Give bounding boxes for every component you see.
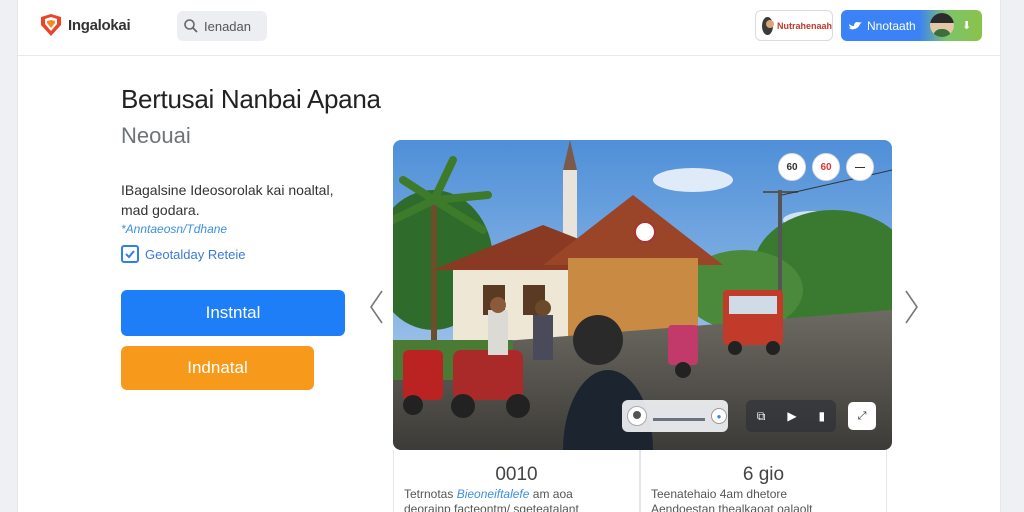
stat-label: Teenatehaio 4am dhetore Aendoestan theal…	[651, 487, 879, 512]
account-chip-label: Nutrahenaah	[776, 20, 832, 31]
carousel-prev-icon[interactable]	[367, 287, 387, 327]
account-chip[interactable]: Nutrahenaah	[755, 10, 833, 41]
top-bar: Ingalokai Ienadan Nutrahenaah Nnotaath ⬇	[18, 0, 1000, 56]
stat-value: 0010	[495, 464, 538, 485]
carousel-next-icon[interactable]	[901, 287, 921, 327]
copy-icon[interactable]: ⧉	[757, 409, 766, 424]
fullscreen-icon[interactable]: ⤢	[848, 402, 876, 430]
stat-label-line2: deorainp facteontm/ sgeteatalant	[404, 502, 579, 512]
account-avatar	[762, 16, 774, 35]
author-label-bar	[653, 411, 705, 421]
search-text: Ienadan	[204, 18, 251, 34]
brand-logo-icon	[41, 14, 61, 36]
stat-label-line2: Aendoestan thealkaoat oalaolt	[651, 502, 813, 512]
page-subtitle: Neouai	[121, 123, 191, 148]
page: Ingalokai Ienadan Nutrahenaah Nnotaath ⬇…	[17, 0, 1001, 512]
play-icon[interactable]: ▶	[787, 409, 796, 423]
hero-image[interactable]: 60 60 — ● ⧉ ▶ ▮ ⤢	[393, 140, 892, 450]
agree-checkbox-row[interactable]: Geotalday Reteie	[121, 245, 245, 263]
search-icon	[184, 19, 198, 33]
author-avatar	[627, 406, 647, 426]
verified-icon: ●	[711, 408, 727, 424]
chevron-down-icon: ⬇	[962, 20, 972, 32]
brand-name: Ingalokai	[68, 16, 131, 34]
agree-checkbox[interactable]	[121, 245, 139, 263]
stat-label: Tetrnotas Bieoneiftalefe am aoa deorainp…	[404, 487, 632, 512]
hero-top-buttons: 60 60 —	[778, 153, 874, 181]
install-button[interactable]: Instntal	[121, 290, 345, 336]
secondary-install-button[interactable]: Indnatal	[121, 346, 314, 390]
agree-checkbox-label: Geotalday Reteie	[145, 246, 246, 262]
search-input[interactable]: Ienadan	[177, 11, 267, 41]
stat-card-1: 0010 Tetrnotas Bieoneiftalefe am aoa deo…	[393, 450, 640, 512]
bookmark-icon[interactable]: ▮	[818, 409, 825, 423]
check-icon	[125, 250, 135, 259]
stat-label-prefix: Teenatehaio 4am dhetore	[651, 487, 788, 501]
stat-label-suffix: am aoa	[532, 487, 573, 501]
details-link[interactable]: *Anntaeosn/Tdhane	[121, 222, 227, 236]
user-menu-label: Nnotaath	[867, 18, 916, 33]
hero-author-pill[interactable]: ●	[622, 400, 728, 432]
hero-minus-button[interactable]: —	[846, 153, 874, 181]
bird-icon	[849, 21, 862, 29]
page-title: Bertusai Nanbai Apana	[121, 84, 381, 114]
stat-label-highlight[interactable]: Bieoneiftalefe	[457, 487, 530, 501]
user-avatar	[930, 13, 954, 37]
user-menu-button[interactable]: Nnotaath ⬇	[841, 10, 982, 41]
stat-card-2: 6 gio Teenatehaio 4am dhetore Aendoestan…	[640, 450, 887, 512]
brand[interactable]: Ingalokai	[38, 12, 131, 38]
hero-like-button[interactable]: 60	[812, 153, 840, 181]
stat-value: 6 gio	[742, 464, 785, 485]
media-controls: ⧉ ▶ ▮	[746, 400, 836, 432]
stat-label-prefix: Tetrnotas	[404, 487, 454, 501]
description: IBagalsine Ideosorolak kai noaltal, mad …	[121, 182, 334, 218]
hero-stat-button[interactable]: 60	[778, 153, 806, 181]
